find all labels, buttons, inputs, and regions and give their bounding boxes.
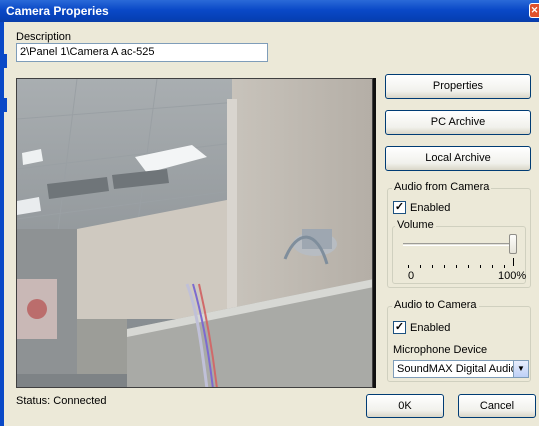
left-edge-mark: [4, 98, 7, 112]
slider-tick: [444, 265, 445, 268]
slider-tick: [456, 265, 457, 268]
properties-button[interactable]: Properties: [385, 74, 531, 99]
window-title: Camera Properies: [6, 4, 109, 18]
volume-label: Volume: [395, 219, 436, 231]
slider-tick: [468, 265, 469, 268]
local-archive-button[interactable]: Local Archive: [385, 146, 531, 171]
ok-button[interactable]: 0K: [366, 394, 444, 418]
slider-tick: [504, 265, 505, 268]
volume-min-label: 0: [408, 270, 415, 282]
video-frame-edge: [373, 78, 376, 388]
slider-tick: [420, 265, 421, 268]
audio-to-camera-enabled-label: Enabled: [410, 322, 451, 334]
volume-slider-thumb[interactable]: [509, 234, 517, 254]
status-text: Status: Connected: [16, 395, 107, 407]
slider-tick: [432, 265, 433, 268]
description-label: Description: [16, 31, 72, 43]
description-field[interactable]: 2\Panel 1\Camera A ac-525: [16, 43, 268, 62]
chevron-down-icon[interactable]: ▼: [513, 361, 528, 377]
slider-tick: [513, 258, 514, 266]
camera-properties-dialog: Camera Properies ✕ Description 2\Panel 1…: [0, 0, 539, 426]
audio-to-camera-enabled-checkbox[interactable]: ✓: [393, 321, 406, 334]
microphone-device-value: SoundMAX Digital Audio: [397, 363, 517, 375]
video-frame-image: [17, 79, 372, 387]
microphone-device-label: Microphone Device: [393, 344, 488, 356]
window-left-border: [0, 22, 4, 426]
slider-tick: [492, 265, 493, 268]
volume-max-label: 100%: [498, 270, 527, 282]
audio-from-camera-enabled-label: Enabled: [410, 202, 451, 214]
checkmark-icon: ✓: [394, 201, 405, 213]
pc-archive-button[interactable]: PC Archive: [385, 110, 531, 135]
cancel-button[interactable]: Cancel: [458, 394, 536, 418]
slider-tick: [480, 265, 481, 268]
checkmark-icon: ✓: [394, 321, 405, 333]
slider-tick: [408, 265, 409, 268]
audio-from-camera-title: Audio from Camera: [392, 181, 492, 193]
volume-slider-track[interactable]: [403, 243, 515, 246]
left-edge-mark: [4, 54, 7, 68]
close-icon[interactable]: ✕: [529, 3, 539, 18]
audio-to-camera-title: Audio to Camera: [392, 299, 479, 311]
microphone-device-select[interactable]: SoundMAX Digital Audio ▼: [393, 360, 529, 378]
camera-video-feed[interactable]: [16, 78, 373, 388]
audio-from-camera-enabled-checkbox[interactable]: ✓: [393, 201, 406, 214]
title-bar[interactable]: Camera Properies ✕: [0, 0, 539, 22]
